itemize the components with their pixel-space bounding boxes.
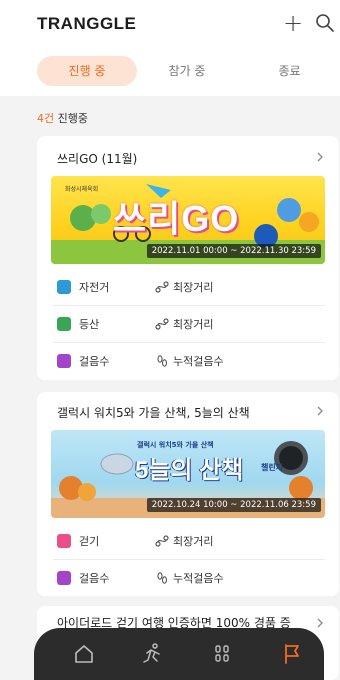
running-icon[interactable] bbox=[138, 640, 166, 668]
home-icon[interactable] bbox=[70, 640, 98, 668]
route-icon bbox=[155, 318, 169, 330]
ongoing-count-label: 진행중 bbox=[54, 112, 88, 125]
activity-metric-label: 최장거리 bbox=[173, 281, 214, 294]
bottom-navigation bbox=[34, 628, 324, 680]
activity-row: 걷기 최장거리 bbox=[53, 524, 325, 558]
activity-type-label: 걸음수 bbox=[79, 572, 110, 585]
banner-sub: 챌린지 bbox=[261, 463, 284, 472]
activity-metric-label: 누적걸음수 bbox=[173, 572, 224, 585]
card-title: 쓰리GO (11월) bbox=[57, 152, 138, 166]
walking-icon bbox=[57, 534, 71, 548]
flag-icon[interactable] bbox=[278, 640, 306, 668]
challenge-card[interactable]: 쓰리GO (11월) 화성시체육회 쓰리GO 2022.11.01 00:00 … bbox=[37, 136, 339, 380]
challenge-banner: 갤럭시 워치5와 가을 산책 5늘의 산책 챌린지 2022.10.24 10:… bbox=[51, 430, 325, 518]
challenge-card[interactable]: 갤럭시 워치5와 가을 산책, 5늘의 산책 갤럭시 워치5와 가을 산책 5늘… bbox=[37, 392, 339, 596]
hiking-icon bbox=[57, 317, 71, 331]
bike-icon bbox=[57, 280, 71, 294]
activity-row: 자전거 최장거리 bbox=[53, 270, 325, 304]
app-header: TRANGGLE + 진행 중 참가 중 종료 bbox=[0, 0, 340, 96]
divider bbox=[53, 559, 325, 560]
steps-icon bbox=[57, 354, 71, 368]
activity-metric-label: 최장거리 bbox=[173, 535, 214, 548]
route-icon bbox=[155, 535, 169, 547]
activity-type-label: 걷기 bbox=[79, 535, 100, 548]
banner-headline: 5늘의 산책 bbox=[135, 457, 244, 484]
activity-type-label: 자전거 bbox=[79, 281, 110, 294]
ongoing-count: 4건 진행중 bbox=[37, 110, 88, 126]
activity-row: 걸음수 누적걸음수 bbox=[53, 344, 325, 378]
banner-date-range: 2022.10.24 10:00 ~ 2022.11.06 23:59 bbox=[146, 498, 321, 512]
plus-icon[interactable]: + bbox=[280, 8, 306, 38]
banner-org-label: 화성시체육회 bbox=[65, 186, 99, 193]
search-icon[interactable] bbox=[314, 12, 336, 34]
footprints-icon bbox=[157, 355, 168, 367]
activity-row: 등산 최장거리 bbox=[53, 307, 325, 341]
divider bbox=[53, 342, 325, 343]
challenge-banner: 화성시체육회 쓰리GO 2022.11.01 00:00 ~ 2022.11.3… bbox=[51, 176, 325, 264]
steps-icon bbox=[57, 571, 71, 585]
footprints-icon bbox=[157, 572, 168, 584]
tab-participating[interactable]: 참가 중 bbox=[147, 56, 227, 86]
ongoing-count-number: 4건 bbox=[37, 112, 55, 125]
activity-metric-label: 최장거리 bbox=[173, 318, 214, 331]
chevron-right-icon bbox=[317, 618, 323, 628]
banner-top-text: 갤럭시 워치5와 가을 산책 bbox=[137, 441, 214, 449]
activity-row: 걸음수 누적걸음수 bbox=[53, 561, 325, 595]
route-icon bbox=[155, 281, 169, 293]
banner-date-range: 2022.11.01 00:00 ~ 2022.11.30 23:59 bbox=[146, 244, 321, 258]
activity-type-label: 걸음수 bbox=[79, 355, 110, 368]
grid-icon[interactable] bbox=[208, 640, 236, 668]
chevron-right-icon bbox=[317, 406, 323, 416]
activity-type-label: 등산 bbox=[79, 318, 100, 331]
banner-headline: 쓰리GO bbox=[113, 198, 240, 239]
tab-ended[interactable]: 종료 bbox=[252, 56, 327, 86]
tab-in-progress[interactable]: 진행 중 bbox=[37, 56, 137, 86]
divider bbox=[53, 305, 325, 306]
chevron-right-icon bbox=[317, 152, 323, 162]
app-logo: TRANGGLE bbox=[37, 14, 137, 33]
status-tabs: 진행 중 참가 중 종료 bbox=[37, 56, 327, 86]
card-title: 갤럭시 워치5와 가을 산책, 5늘의 산책 bbox=[57, 406, 250, 420]
activity-metric-label: 누적걸음수 bbox=[173, 355, 224, 368]
